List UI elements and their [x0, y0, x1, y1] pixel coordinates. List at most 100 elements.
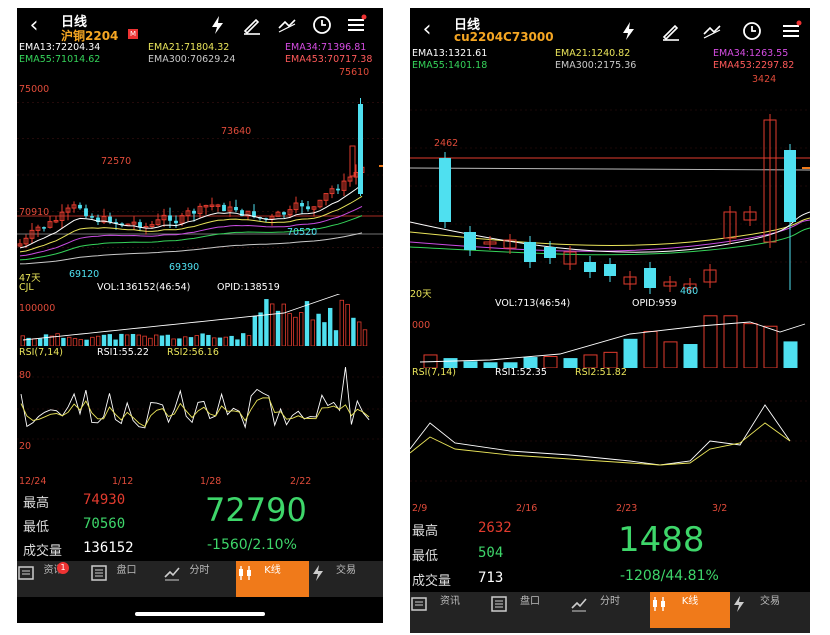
menu-icon[interactable]: [345, 14, 367, 36]
volume-bar: [188, 337, 194, 346]
candle-body: [282, 212, 286, 215]
tab-timeshare[interactable]: 分时: [570, 592, 650, 628]
volume-axis-label: 000: [412, 320, 431, 331]
volume-bar: [37, 338, 43, 346]
tab-label: 交易: [336, 565, 356, 576]
volume-bar: [78, 339, 83, 346]
orderbook-icon: [491, 596, 507, 612]
ema55-value: EMA55:1401.18: [412, 60, 488, 71]
tab-trade[interactable]: 交易: [730, 592, 810, 628]
lightning-icon[interactable]: [618, 20, 640, 42]
tab-label: 分时: [189, 565, 210, 576]
rsi-chart: [17, 366, 383, 440]
back-icon[interactable]: ‹: [416, 18, 438, 42]
date-label: 2/22: [290, 476, 312, 487]
clock-icon[interactable]: [311, 14, 333, 36]
trendline-icon[interactable]: [701, 20, 723, 42]
volume-bar: [322, 322, 327, 346]
candle-body: [349, 145, 356, 177]
rsi2-line: [410, 422, 791, 466]
volume-bar: [783, 341, 798, 368]
screen-futures-kline: ‹ 日线 沪铜2204 M EMA13:72204.34 EMA21:71804…: [17, 8, 383, 623]
ema453-value: EMA453:70717.38: [285, 54, 373, 65]
menu-icon[interactable]: [780, 20, 802, 42]
notification-badge: 1: [57, 562, 69, 574]
volume-value: VOL:136152(46:54): [97, 282, 191, 293]
lightning-icon[interactable]: [207, 14, 229, 36]
draw-pen-icon[interactable]: [660, 20, 682, 42]
clock-icon[interactable]: [741, 20, 763, 42]
volume-bar: [281, 303, 286, 346]
volume-bar: [165, 334, 170, 346]
candle-body: [222, 204, 226, 212]
kline-chart[interactable]: [410, 72, 810, 300]
ema34-value: EMA34:1263.55: [713, 48, 789, 59]
tab-kline[interactable]: K线: [650, 592, 730, 628]
date-label: 1/12: [112, 476, 134, 487]
low-value: 70560: [83, 516, 126, 532]
tab-kline[interactable]: K线: [236, 561, 309, 597]
volume-bar: [351, 317, 356, 346]
candle-body: [336, 188, 340, 191]
volume-axis-label: 100000: [19, 303, 56, 314]
price-change: -1560/2.10%: [207, 537, 297, 553]
candle-body: [90, 216, 94, 218]
open-interest-line: [22, 294, 341, 341]
orderbook-icon: [91, 565, 107, 581]
volume-bar: [125, 334, 130, 346]
volume-bar: [663, 341, 678, 368]
volume-bar: [356, 321, 362, 346]
date-label: 12/24: [19, 476, 47, 487]
volume-bar: [252, 316, 257, 346]
date-label: 2/23: [616, 503, 638, 514]
volume-value: VOL:713(46:54): [495, 298, 571, 309]
volume-bar: [148, 337, 153, 346]
candle-body: [524, 242, 536, 262]
volume-stat-value: 136152: [83, 540, 134, 556]
tab-trade[interactable]: 交易: [309, 561, 383, 597]
kline-chart[interactable]: [17, 66, 383, 284]
volume-bar: [703, 315, 718, 368]
volume-label: 成交量: [23, 544, 63, 559]
volume-bar: [763, 325, 778, 368]
volume-bar: [72, 338, 78, 346]
candle-body: [108, 216, 112, 223]
tab-news[interactable]: 资讯 1: [17, 561, 90, 597]
back-icon[interactable]: ‹: [23, 14, 45, 38]
date-label: 1/28: [200, 476, 222, 487]
volume-bar: [182, 336, 188, 346]
volume-bar: [84, 339, 89, 346]
volume-bar: [96, 335, 101, 346]
low-label: 最低: [23, 520, 50, 535]
tab-label: K线: [264, 565, 281, 576]
volume-bar: [211, 337, 217, 346]
candle-body: [644, 268, 656, 288]
volume-bar: [90, 336, 95, 346]
tab-news[interactable]: 资讯: [410, 592, 490, 628]
tab-label: 盘口: [116, 565, 137, 576]
volume-bar: [229, 335, 234, 346]
tab-timeshare[interactable]: 分时: [163, 561, 236, 597]
tab-orderbook[interactable]: 盘口: [90, 561, 163, 597]
trendline-icon[interactable]: [276, 14, 298, 36]
high-value: 74930: [83, 492, 126, 508]
volume-bar: [264, 299, 269, 346]
ema13-value: EMA13:72204.34: [19, 42, 101, 53]
price-axis-label: 75000: [19, 84, 50, 95]
open-interest-value: OPID:138519: [217, 282, 280, 293]
tab-label: 分时: [600, 596, 620, 607]
low-label: 最低: [412, 549, 439, 564]
header: ‹ 日线 cu2204C73000: [410, 8, 810, 48]
volume-bar: [177, 338, 182, 346]
peak-price-label: 2462: [434, 138, 459, 149]
draw-pen-icon[interactable]: [241, 14, 263, 36]
ema13-value: EMA13:1321.61: [412, 48, 488, 59]
rsi1-line: [20, 366, 370, 429]
volume-bar: [683, 344, 698, 368]
volume-bar: [32, 338, 37, 346]
volume-bar: [269, 303, 275, 346]
volume-bar: [623, 338, 638, 368]
rsi2-value: RSI2:56.16: [167, 347, 219, 358]
tab-orderbook[interactable]: 盘口: [490, 592, 570, 628]
volume-bar: [119, 333, 124, 346]
